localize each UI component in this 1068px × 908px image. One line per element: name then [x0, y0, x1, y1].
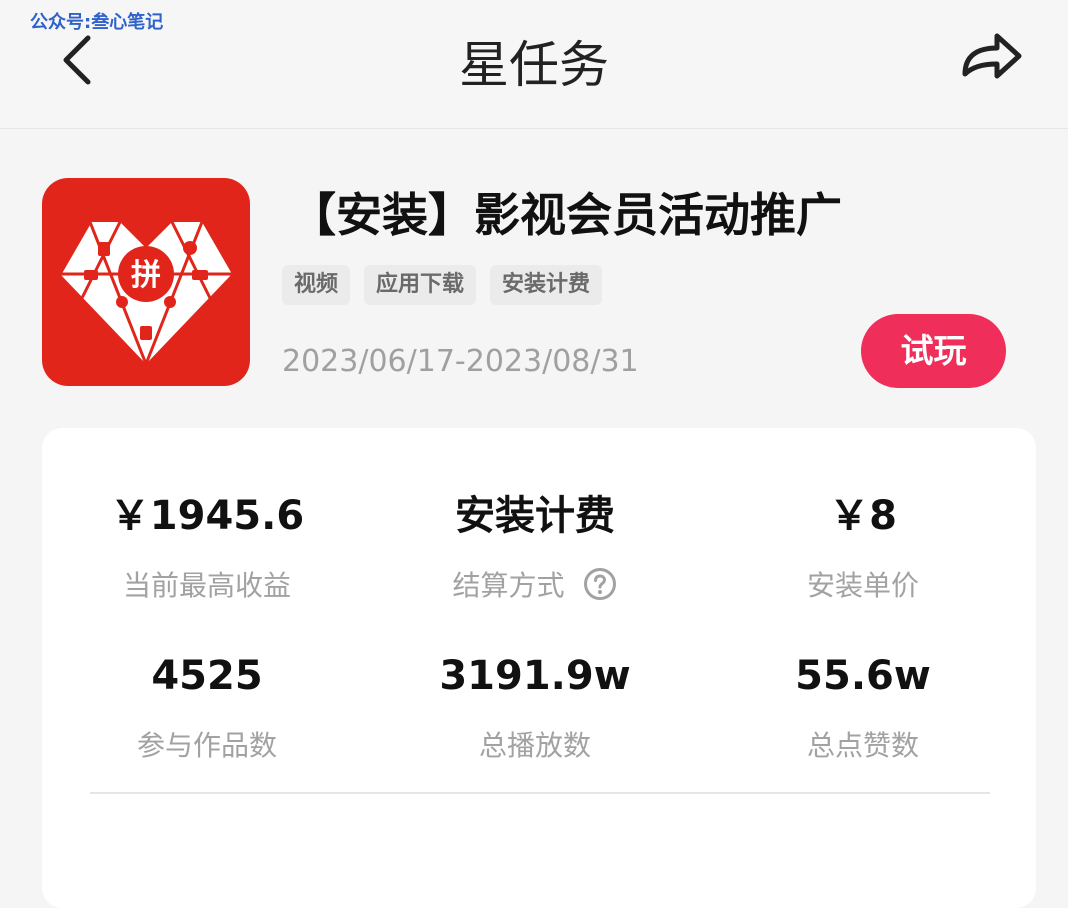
stat-participating-works: 4525 参与作品数	[42, 648, 372, 766]
share-arrow-icon	[962, 33, 1022, 79]
tag-list: 视频 应用下载 安装计费	[282, 265, 603, 305]
watermark: 公众号:叁心笔记	[30, 12, 164, 33]
stat-value: 55.6w	[795, 653, 931, 699]
page-title: 星任务	[459, 36, 609, 94]
share-button[interactable]	[955, 26, 1027, 86]
tag-video: 视频	[282, 265, 351, 305]
stat-label: 当前最高收益	[122, 569, 291, 602]
stat-label: 安装单价	[806, 569, 919, 602]
stat-settlement-method: 安装计费 结算方式	[370, 488, 700, 606]
stat-max-earnings: ￥1945.6 当前最高收益	[42, 488, 372, 606]
pinduoduo-app-icon: 拼	[42, 178, 250, 386]
stat-value: 3191.9w	[439, 653, 631, 699]
stat-value: 安装计费	[455, 493, 615, 539]
stat-value: ￥1945.6	[109, 493, 305, 539]
try-button[interactable]: 试玩	[861, 314, 1006, 388]
stat-label: 总点赞数	[806, 729, 919, 762]
stat-total-plays: 3191.9w 总播放数	[370, 648, 700, 766]
stat-label-with-help: 结算方式	[370, 566, 700, 606]
stats-card: ￥1945.6 当前最高收益 安装计费 结算方式 ￥8 安装单价 4525 参与…	[42, 428, 1036, 908]
stat-value: ￥8	[829, 493, 897, 539]
task-title: 【安装】影视会员活动推广	[290, 188, 842, 242]
date-range: 2023/06/17-2023/08/31	[282, 344, 639, 379]
tag-app-download: 应用下载	[364, 265, 477, 305]
tag-install-billing: 安装计费	[490, 265, 603, 305]
question-circle-icon[interactable]	[583, 567, 617, 601]
stat-label: 总播放数	[478, 729, 591, 762]
stat-total-likes: 55.6w 总点赞数	[698, 648, 1028, 766]
stat-label: 参与作品数	[136, 729, 277, 762]
stat-unit-price: ￥8 安装单价	[698, 488, 1028, 606]
stat-value: 4525	[151, 653, 263, 699]
stat-label: 结算方式	[452, 569, 565, 602]
svg-text:拼: 拼	[131, 258, 161, 293]
divider	[90, 792, 990, 794]
